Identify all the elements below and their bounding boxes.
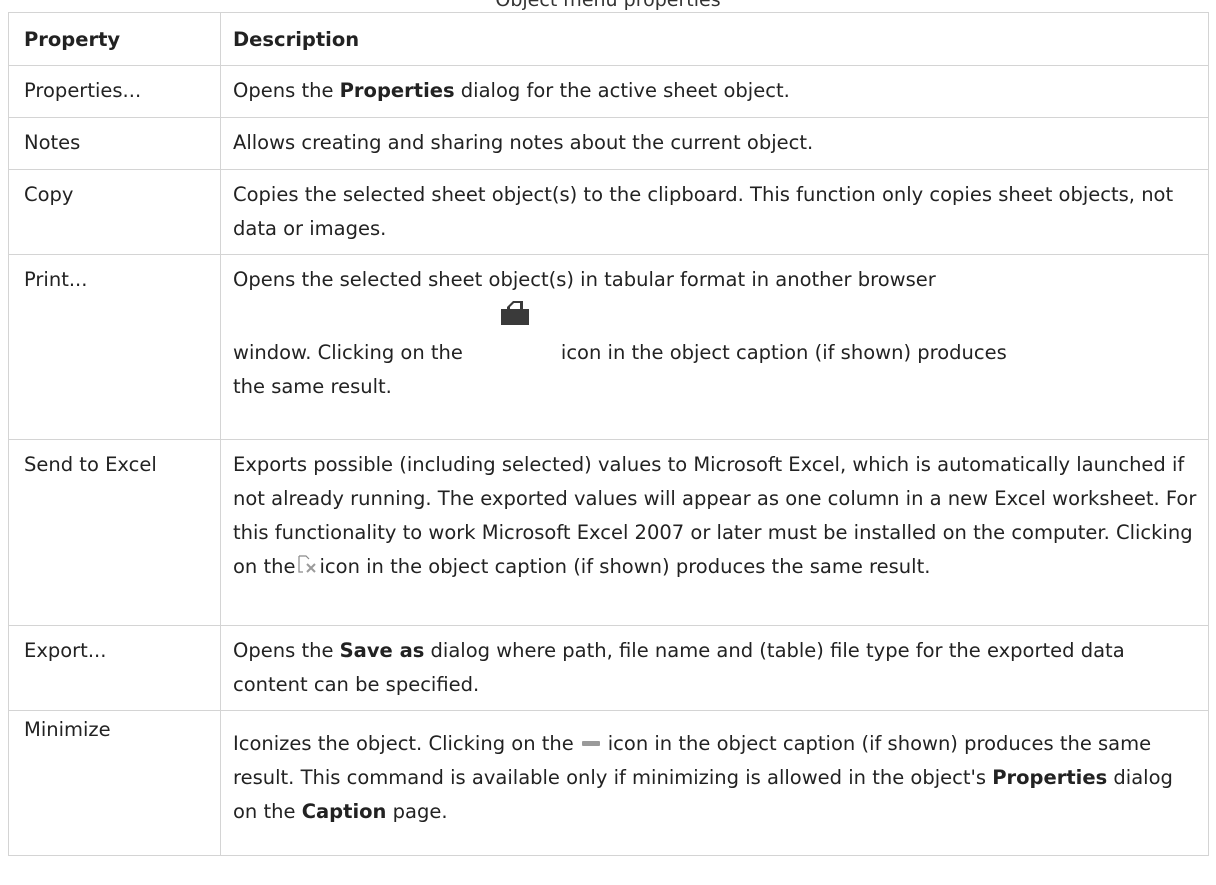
text: Opens the <box>233 639 340 662</box>
object-menu-properties-table: Property Description Properties... Opens… <box>8 12 1209 856</box>
property-description: Copies the selected sheet object(s) to t… <box>220 169 1209 255</box>
bold-text: Save as <box>339 639 425 662</box>
property-description: Opens the selected sheet object(s) in ta… <box>220 254 1209 440</box>
property-name: Minimize <box>8 710 221 856</box>
table-row: Send to Excel Exports possible (includin… <box>8 439 1209 626</box>
print-line: window. Clicking on the icon in the objec… <box>233 301 1198 370</box>
property-description: Opens the Properties dialog for the acti… <box>220 65 1209 118</box>
text: Opens the <box>233 79 340 102</box>
table-row: Copy Copies the selected sheet object(s)… <box>8 169 1209 255</box>
property-description: Exports possible (including selected) va… <box>220 439 1209 626</box>
property-name: Print... <box>8 254 221 440</box>
property-name: Notes <box>8 117 221 170</box>
minimize-icon <box>581 741 600 746</box>
text: dialog for the active sheet object. <box>454 79 790 102</box>
header-property: Property <box>8 12 221 66</box>
bold-text: Caption <box>301 800 387 823</box>
print-icon <box>497 297 533 327</box>
table-row: Print... Opens the selected sheet object… <box>8 254 1209 440</box>
header-description: Description <box>220 12 1209 66</box>
property-name: Copy <box>8 169 221 255</box>
text: icon in the object caption (if shown) pr… <box>560 341 1007 364</box>
text: the same result. <box>233 375 392 398</box>
property-description: Opens the Save as dialog where path, fil… <box>220 625 1209 711</box>
excel-export-icon <box>297 552 319 574</box>
property-name: Properties... <box>8 65 221 118</box>
property-description: Allows creating and sharing notes about … <box>220 117 1209 170</box>
table-row: Properties... Opens the Properties dialo… <box>8 65 1209 118</box>
property-description: Iconizes the object. Clicking on the icon… <box>220 710 1209 856</box>
bold-text: Properties <box>992 766 1108 789</box>
table-header-row: Property Description <box>8 12 1209 66</box>
property-name: Export... <box>8 625 221 711</box>
text: window. Clicking on the <box>233 341 463 364</box>
text: Opens the selected sheet object(s) in ta… <box>233 268 936 291</box>
text: icon in the object caption (if shown) pr… <box>319 555 931 578</box>
bold-text: Properties <box>339 79 455 102</box>
table-row: Minimize Iconizes the object. Clicking o… <box>8 710 1209 856</box>
table-row: Export... Opens the Save as dialog where… <box>8 625 1209 711</box>
text: Iconizes the object. Clicking on the <box>233 732 574 755</box>
text: page. <box>386 800 448 823</box>
table-row: Notes Allows creating and sharing notes … <box>8 117 1209 170</box>
property-name: Send to Excel <box>8 439 221 626</box>
